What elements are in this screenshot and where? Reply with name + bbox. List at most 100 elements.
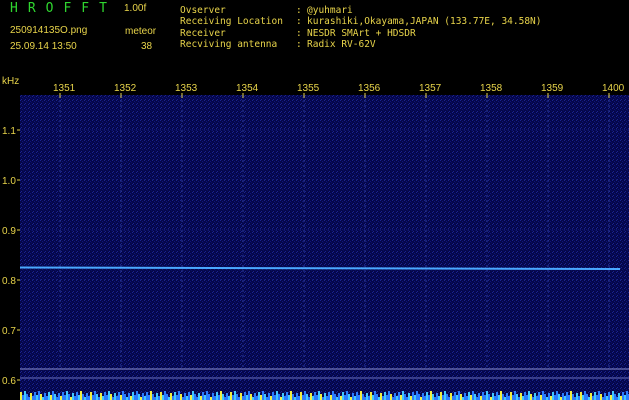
noise-bar — [404, 394, 406, 400]
noise-bar — [24, 391, 26, 400]
noise-bar — [258, 392, 260, 400]
noise-bar — [552, 392, 554, 400]
noise-bar — [194, 394, 196, 400]
noise-bar — [538, 392, 540, 400]
noise-bar — [592, 396, 594, 400]
mode-label: meteor — [125, 26, 157, 37]
x-tick-label: 1400 — [602, 83, 625, 94]
noise-bar — [584, 391, 586, 400]
noise-bar — [450, 393, 452, 400]
noise-bar — [162, 395, 164, 400]
noise-bar — [396, 396, 398, 400]
noise-bar — [360, 391, 362, 400]
noise-bar — [128, 393, 130, 400]
noise-bar — [376, 394, 378, 400]
noise-bar — [460, 394, 462, 400]
noise-bar — [596, 395, 598, 400]
noise-bar — [236, 394, 238, 400]
noise-bar — [372, 395, 374, 400]
receiver-label: Receiver — [180, 28, 226, 39]
noise-bar — [554, 395, 556, 400]
noise-bar — [130, 396, 132, 400]
noise-bar — [576, 393, 578, 400]
noise-bar — [302, 395, 304, 400]
noise-bar — [506, 393, 508, 400]
noise-bar — [48, 392, 50, 400]
noise-bar — [244, 392, 246, 400]
x-tick-label: 1352 — [114, 83, 137, 94]
noise-bar — [526, 395, 528, 400]
plot-left-margin — [0, 74, 20, 400]
noise-bar — [572, 394, 574, 400]
noise-bar — [312, 396, 314, 400]
noise-bar — [300, 392, 302, 400]
datetime-label: 25.09.14 13:50 — [10, 41, 77, 52]
noise-bar — [38, 391, 40, 400]
noise-bar — [138, 394, 140, 400]
noise-bar — [472, 391, 474, 400]
noise-bar — [64, 395, 66, 400]
noise-bar — [458, 391, 460, 400]
antenna-label: Recviving antenna — [180, 39, 278, 50]
noise-bar — [432, 394, 434, 400]
noise-bar — [122, 391, 124, 400]
noise-bar — [456, 395, 458, 400]
noise-bar — [520, 393, 522, 400]
noise-bar — [608, 392, 610, 400]
noise-bar — [590, 393, 592, 400]
noise-bar — [188, 392, 190, 400]
noise-bar — [86, 393, 88, 400]
noise-bar — [522, 396, 524, 400]
noise-bar — [32, 396, 34, 400]
antenna-sep: : — [296, 39, 302, 50]
noise-bar — [256, 396, 258, 400]
noise-bar — [298, 396, 300, 400]
noise-bar — [228, 396, 230, 400]
noise-bar — [368, 396, 370, 400]
noise-bar — [202, 392, 204, 400]
noise-bar — [134, 395, 136, 400]
noise-bar — [54, 394, 56, 400]
noise-bar — [558, 394, 560, 400]
noise-bar — [470, 395, 472, 400]
noise-bar — [152, 394, 154, 400]
noise-bar — [82, 394, 84, 400]
noise-bar — [362, 394, 364, 400]
noise-bar — [288, 395, 290, 400]
noise-bar — [30, 393, 32, 400]
noise-bar — [170, 393, 172, 400]
noise-bar — [358, 395, 360, 400]
y-tick-label: 1.1 — [2, 126, 16, 137]
noise-bar — [622, 392, 624, 400]
noise-bar — [466, 396, 468, 400]
observer-sep: : — [296, 5, 302, 16]
noise-bar — [114, 393, 116, 400]
noise-bar — [92, 395, 94, 400]
x-tick-label: 1353 — [175, 83, 198, 94]
location-value: kurashiki,Okayama,JAPAN (133.77E, 34.58N… — [307, 16, 542, 27]
noise-bar — [548, 393, 550, 400]
noise-bar — [380, 393, 382, 400]
noise-bar — [198, 393, 200, 400]
count-label: 38 — [141, 41, 153, 52]
noise-bar — [88, 396, 90, 400]
noise-bar — [388, 391, 390, 400]
noise-bar — [142, 393, 144, 400]
noise-bar — [514, 391, 516, 400]
noise-bar — [422, 393, 424, 400]
noise-bar — [484, 395, 486, 400]
noise-bar — [222, 394, 224, 400]
y-tick-label: 1.0 — [2, 176, 16, 187]
noise-bar — [386, 395, 388, 400]
noise-bar — [106, 395, 108, 400]
noise-bar — [232, 395, 234, 400]
noise-bar — [72, 393, 74, 400]
noise-bar — [492, 393, 494, 400]
noise-bar — [276, 391, 278, 400]
noise-bar — [284, 396, 286, 400]
noise-bar — [94, 391, 96, 400]
noise-bar — [410, 396, 412, 400]
x-tick-label: 1351 — [53, 83, 76, 94]
noise-bar — [318, 391, 320, 400]
noise-bar — [524, 392, 526, 400]
